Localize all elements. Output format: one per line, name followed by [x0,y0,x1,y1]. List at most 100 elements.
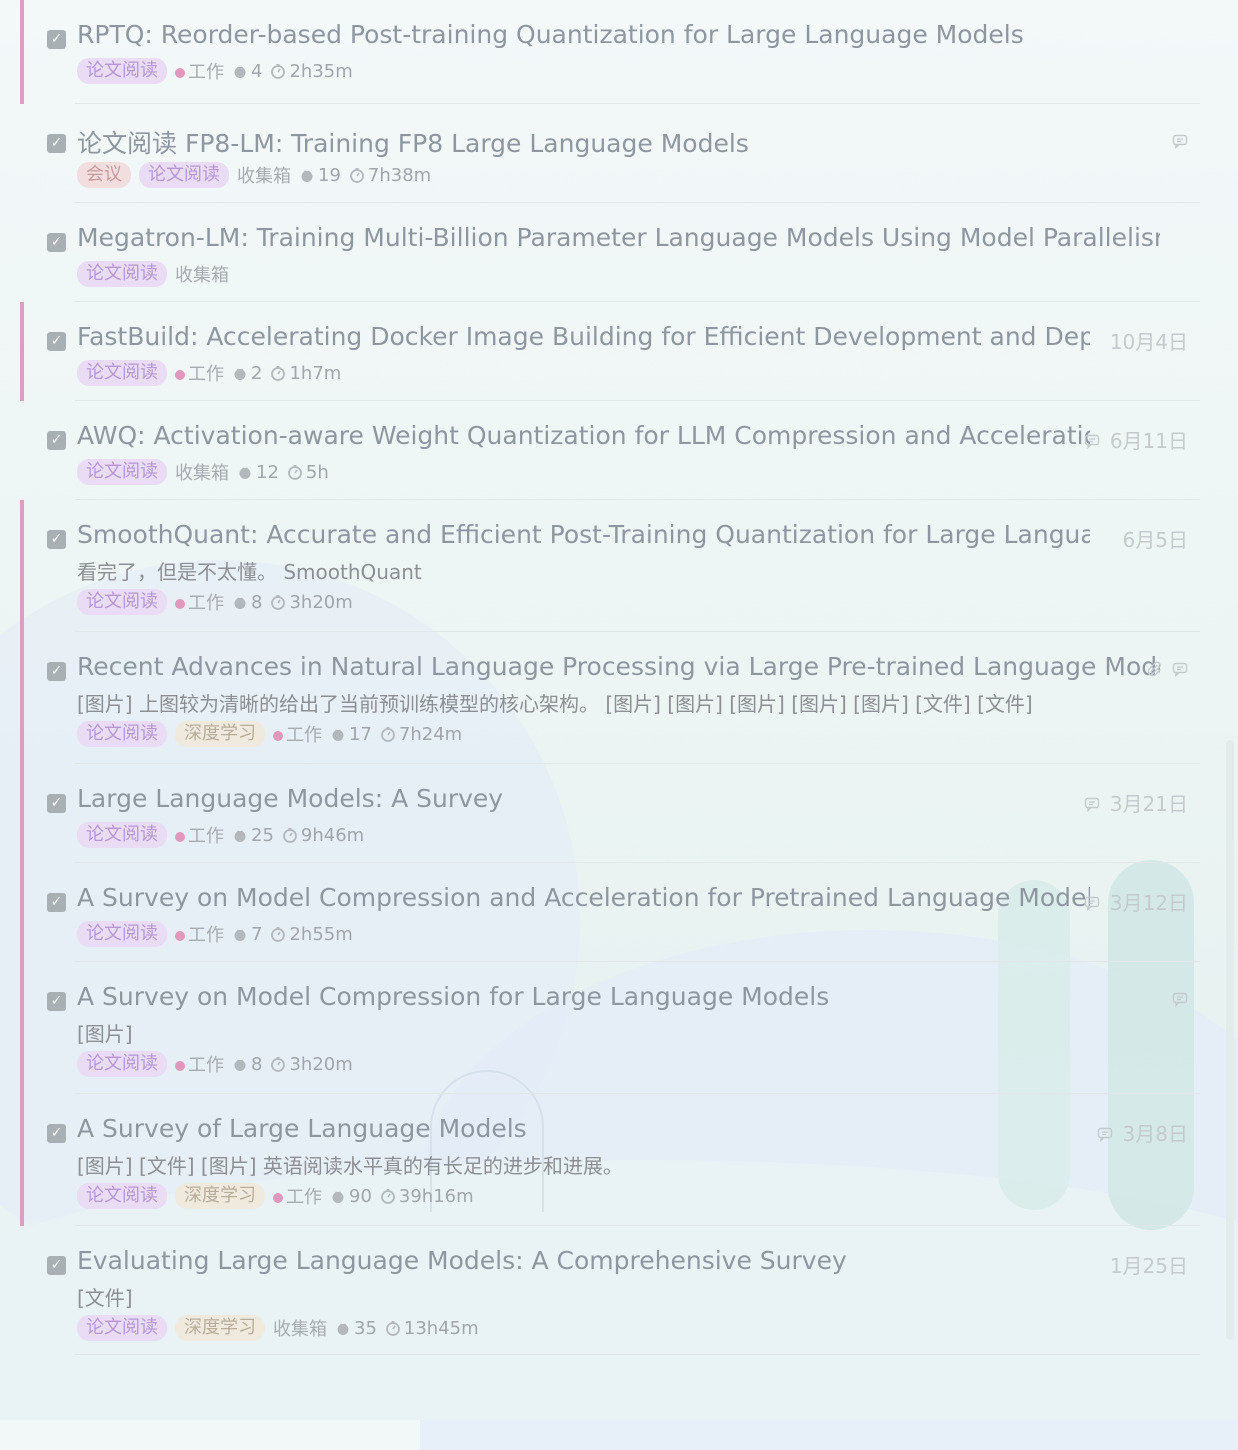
timer-icon [270,1054,286,1075]
task-checkbox[interactable]: ✓ [47,332,66,351]
task-row[interactable]: ✓ A Survey of Large Language Models [图片] … [20,1094,1200,1226]
task-row[interactable]: ✓ Recent Advances in Natural Language Pro… [20,632,1200,764]
task-row[interactable]: ✓ 论文阅读 FP8-LM: Training FP8 Large Languag… [20,104,1200,203]
list-color-dot [273,1193,283,1203]
task-checkbox[interactable]: ✓ [47,893,66,912]
focus-duration: 7h38m [349,165,431,186]
due-date[interactable]: 6月11日 [1110,425,1188,454]
tag[interactable]: 论文阅读 [77,921,167,947]
task-title[interactable]: 论文阅读 FP8-LM: Training FP8 Large Language… [77,124,1160,160]
tag[interactable]: 深度学习 [175,721,265,747]
pomodoro-count: 12 [237,462,279,483]
task-row[interactable]: ✓ A Survey on Model Compression for Large… [20,962,1200,1094]
task-note: [文件] [77,1286,133,1310]
tag[interactable]: 会议 [77,162,131,188]
task-row[interactable]: ✓ RPTQ: Reorder-based Post-training Quant… [20,0,1200,104]
task-checkbox[interactable]: ✓ [47,233,66,252]
tag[interactable]: 论文阅读 [77,721,167,747]
pomodoro-icon [232,1054,248,1075]
task-meta: 会议 论文阅读 收集箱 19 7h38m [77,162,431,188]
pomodoro-icon [299,165,315,186]
pomodoro-count: 2 [232,363,262,384]
focus-duration: 1h7m [270,363,341,384]
timer-icon [282,825,298,846]
task-meta: 论文阅读 工作 25 9h46m [77,822,364,848]
task-checkbox[interactable]: ✓ [47,30,66,49]
tag[interactable]: 论文阅读 [77,360,167,386]
list-name: 工作 [175,360,224,386]
task-row[interactable]: ✓ A Survey on Model Compression and Accel… [20,863,1200,962]
priority-accent-bar [20,0,24,104]
list-name: 工作 [273,721,322,747]
task-title[interactable]: FastBuild: Accelerating Docker Image Bui… [77,322,1090,351]
tag[interactable]: 论文阅读 [77,459,167,485]
task-right-info [1146,656,1188,680]
task-meta: 论文阅读 工作 4 2h35m [77,58,353,84]
scrollbar[interactable] [1226,740,1234,1340]
task-title[interactable]: Evaluating Large Language Models: A Comp… [77,1246,1090,1275]
task-row[interactable]: ✓ FastBuild: Accelerating Docker Image Bu… [20,302,1200,401]
task-title[interactable]: Large Language Models: A Survey [77,784,1090,813]
task-meta: 论文阅读 工作 8 3h20m [77,589,353,615]
task-checkbox[interactable]: ✓ [47,1256,66,1275]
list-color-dot [175,68,185,78]
task-title[interactable]: SmoothQuant: Accurate and Efficient Post… [77,520,1090,549]
pomodoro-icon [330,1186,346,1207]
comment-icon [1084,890,1100,914]
focus-duration: 13h45m [385,1318,479,1339]
tag[interactable]: 论文阅读 [77,822,167,848]
task-row[interactable]: ✓ Evaluating Large Language Models: A Com… [20,1226,1200,1355]
task-meta: 论文阅读 深度学习 工作 17 7h24m [77,721,462,747]
task-note: [图片] [77,1022,133,1046]
priority-accent-bar [20,632,24,764]
task-checkbox[interactable]: ✓ [47,530,66,549]
task-row[interactable]: ✓ Megatron-LM: Training Multi-Billion Par… [20,203,1200,302]
task-meta: 论文阅读 深度学习 工作 90 39h16m [77,1183,474,1209]
tag[interactable]: 论文阅读 [77,261,167,287]
focus-duration: 7h24m [380,724,462,745]
task-title[interactable]: A Survey on Model Compression and Accele… [77,883,1090,912]
task-title[interactable]: Recent Advances in Natural Language Proc… [77,652,1160,681]
task-row[interactable]: ✓ Large Language Models: A Survey 论文阅读 工作 25… [20,764,1200,863]
task-row[interactable]: ✓ SmoothQuant: Accurate and Efficient Pos… [20,500,1200,632]
due-date[interactable]: 10月4日 [1110,326,1188,355]
task-checkbox[interactable]: ✓ [47,662,66,681]
due-date[interactable]: 6月5日 [1123,524,1188,553]
tag[interactable]: 论文阅读 [77,58,167,84]
task-checkbox[interactable]: ✓ [47,134,66,153]
tag[interactable]: 论文阅读 [77,1051,167,1077]
task-row[interactable]: ✓ AWQ: Activation-aware Weight Quantizati… [20,401,1200,500]
list-color-dot [175,832,185,842]
timer-icon [287,462,303,483]
pomodoro-count: 25 [232,825,274,846]
task-title[interactable]: A Survey on Model Compression for Large … [77,982,1160,1011]
task-checkbox[interactable]: ✓ [47,1124,66,1143]
focus-duration: 2h55m [270,924,353,945]
tag[interactable]: 论文阅读 [77,1183,167,1209]
list-color-dot [175,1061,185,1071]
task-meta: 论文阅读 工作 2 1h7m [77,360,341,386]
task-checkbox[interactable]: ✓ [47,794,66,813]
task-note: [图片] 上图较为清晰的给出了当前预训练模型的核心架构。 [图片] [图片] [… [77,692,1033,716]
tag[interactable]: 深度学习 [175,1315,265,1341]
pomodoro-icon [335,1318,351,1339]
tag[interactable]: 论文阅读 [77,1315,167,1341]
task-title[interactable]: Megatron-LM: Training Multi-Billion Para… [77,223,1160,252]
due-date[interactable]: 1月25日 [1110,1250,1188,1279]
task-checkbox[interactable]: ✓ [47,992,66,1011]
tag[interactable]: 论文阅读 [139,162,229,188]
list-name: 收集箱 [175,265,229,286]
focus-duration: 5h [287,462,329,483]
due-date[interactable]: 3月21日 [1110,788,1188,817]
priority-accent-bar [20,302,24,401]
task-title[interactable]: RPTQ: Reorder-based Post-training Quanti… [77,20,1160,49]
due-date[interactable]: 3月12日 [1110,887,1188,916]
task-title[interactable]: A Survey of Large Language Models [77,1114,1090,1143]
tag[interactable]: 论文阅读 [77,589,167,615]
pomodoro-icon [237,462,253,483]
task-checkbox[interactable]: ✓ [47,431,66,450]
tag[interactable]: 深度学习 [175,1183,265,1209]
task-right-info [1172,128,1188,152]
task-title[interactable]: AWQ: Activation-aware Weight Quantizatio… [77,421,1090,450]
due-date[interactable]: 3月8日 [1123,1118,1188,1147]
